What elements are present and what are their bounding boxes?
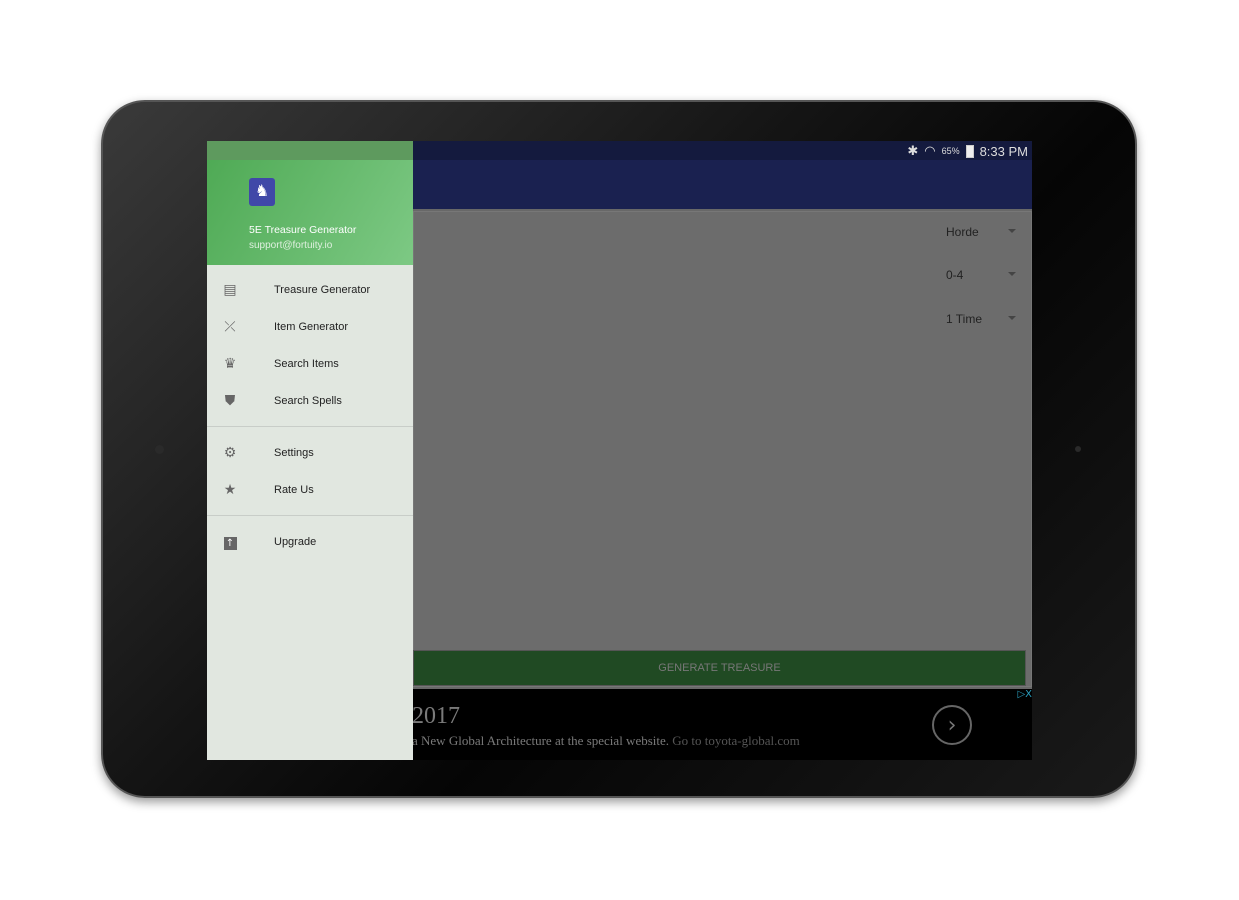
divider (207, 515, 413, 516)
divider (207, 426, 413, 427)
ad-headline: 2017 (412, 703, 460, 729)
bow-icon: ⤫ (224, 318, 236, 335)
drawer-item-treasure-generator[interactable]: ▤ Treasure Generator (207, 271, 413, 308)
bluetooth-icon: ✱ (907, 143, 919, 158)
shield-icon: ⛊ (224, 392, 236, 409)
battery-icon (965, 144, 974, 158)
upgrade-icon: ↑ (222, 534, 238, 550)
item-label: Upgrade (274, 535, 317, 548)
app-logo: ♞ (249, 178, 275, 206)
ad-next-button[interactable]: › (932, 705, 972, 745)
drawer-item-rate-us[interactable]: ★ Rate Us (207, 471, 413, 508)
item-label: Item Generator (274, 320, 348, 333)
sensor (1075, 446, 1081, 452)
drawer-status-bar (207, 141, 413, 160)
drawer-item-upgrade[interactable]: ↑ Upgrade (207, 523, 413, 560)
wifi-icon: ◠ (924, 143, 936, 158)
item-label: Settings (274, 446, 314, 459)
ad-body: a New Global Architecture at the special… (412, 733, 670, 748)
crown-icon: ♛ (223, 355, 237, 372)
chest-icon: ▤ (223, 281, 237, 298)
options-card (413, 211, 1032, 687)
star-icon: ★ (223, 481, 237, 498)
item-label: Treasure Generator (274, 283, 371, 296)
drawer-header: ♞ 5E Treasure Generator support@fortuity… (207, 160, 413, 265)
dropdown-value: 1 Time (946, 312, 983, 326)
drawer-item-settings[interactable]: ⚙ Settings (207, 434, 413, 471)
treasure-type-dropdown[interactable]: Horde (946, 225, 1016, 239)
item-label: Search Spells (274, 394, 342, 407)
times-dropdown[interactable]: 1 Time (946, 312, 1016, 326)
dropdown-arrow-icon (1008, 229, 1016, 233)
dropdown-arrow-icon (1008, 272, 1016, 276)
dropdown-value: Horde (946, 225, 979, 239)
navigation-drawer: ♞ 5E Treasure Generator support@fortuity… (207, 141, 413, 760)
item-label: Rate Us (274, 483, 314, 496)
gear-icon: ⚙ (223, 444, 237, 461)
battery-percent: 65% (941, 146, 960, 156)
app-name: 5E Treasure Generator (249, 224, 357, 236)
generate-treasure-button[interactable]: GENERATE TREASURE (413, 650, 1026, 686)
screen: ✱ ◠ 65% 8:33 PM Horde 0-4 1 Time GENERAT… (207, 141, 1032, 760)
dropdown-value: 0-4 (946, 268, 964, 282)
challenge-rating-dropdown[interactable]: 0-4 (946, 268, 1016, 282)
clock: 8:33 PM (979, 143, 1028, 159)
app-email: support@fortuity.io (249, 240, 333, 251)
camera (155, 445, 164, 454)
ad-close-button[interactable]: ▷X (1017, 689, 1032, 700)
dropdown-arrow-icon (1008, 316, 1016, 320)
ad-link[interactable]: Go to toyota-global.com (672, 733, 799, 748)
drawer-item-search-items[interactable]: ♛ Search Items (207, 345, 413, 382)
drawer-item-item-generator[interactable]: ⤫ Item Generator (207, 308, 413, 345)
drawer-item-search-spells[interactable]: ⛊ Search Spells (207, 382, 413, 419)
ad-text: a New Global Architecture at the special… (412, 733, 800, 749)
item-label: Search Items (274, 357, 339, 370)
